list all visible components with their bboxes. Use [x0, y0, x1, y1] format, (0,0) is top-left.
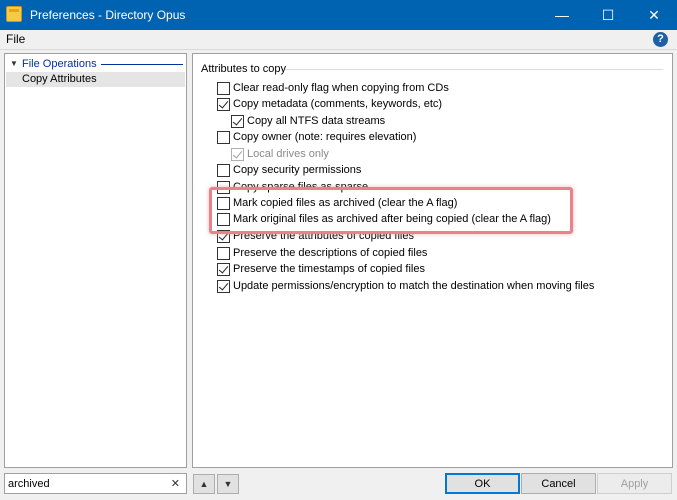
option-label: Copy security permissions [233, 164, 362, 176]
menu-file[interactable]: File [6, 32, 25, 46]
option-label: Preserve the descriptions of copied file… [233, 247, 428, 259]
cancel-button[interactable]: Cancel [521, 473, 596, 494]
checkbox[interactable] [217, 164, 230, 177]
option-label: Mark original files as archived after be… [233, 213, 551, 225]
settings-panel: Attributes to copy Clear read-only flag … [192, 53, 673, 468]
ok-button[interactable]: OK [445, 473, 520, 494]
arrow-up-icon: ▲ [199, 479, 209, 489]
help-icon[interactable]: ? [653, 32, 668, 47]
menu-bar: File ? [0, 30, 677, 50]
checkbox[interactable] [217, 230, 230, 243]
checkbox[interactable] [217, 98, 230, 111]
directory-opus-app-icon [6, 6, 22, 22]
checkbox[interactable] [217, 82, 230, 95]
checkbox[interactable] [217, 131, 230, 144]
option-label: Mark copied files as archived (clear the… [233, 197, 458, 209]
previous-match-button[interactable]: ▲ [193, 474, 215, 494]
tree-item-copy-attributes[interactable]: Copy Attributes [6, 72, 185, 87]
apply-button[interactable]: Apply [597, 473, 672, 494]
close-icon: ✕ [648, 6, 660, 23]
option-label: Preserve the attributes of copied files [233, 230, 414, 242]
option-label: Copy sparse files as sparse [233, 181, 369, 193]
search-box[interactable]: ✕ [4, 473, 187, 494]
collapse-arrow-icon[interactable]: ▼ [10, 59, 18, 68]
option-label: Update permissions/encryption to match t… [233, 280, 595, 292]
next-match-button[interactable]: ▼ [217, 474, 239, 494]
checkbox[interactable] [217, 280, 230, 293]
minimize-icon: — [555, 7, 569, 23]
section-divider [285, 69, 663, 70]
checkbox[interactable] [217, 263, 230, 276]
option-label: Copy all NTFS data streams [247, 115, 386, 127]
clear-search-icon[interactable]: ✕ [171, 477, 180, 490]
option-label: Local drives only [247, 148, 329, 160]
option-label: Preserve the timestamps of copied files [233, 263, 425, 275]
preferences-tree: ▼ File Operations Copy Attributes [4, 53, 187, 468]
checkbox[interactable] [217, 181, 230, 194]
tree-group-file-operations[interactable]: ▼ File Operations [5, 56, 186, 72]
search-input[interactable] [8, 476, 158, 491]
tree-group-divider [101, 64, 183, 65]
tree-group-label: File Operations [22, 58, 97, 70]
minimize-button[interactable]: — [539, 0, 585, 30]
checkbox[interactable] [217, 213, 230, 226]
arrow-down-icon: ▼ [223, 479, 233, 489]
checkbox[interactable] [217, 247, 230, 260]
tree-item-label: Copy Attributes [22, 73, 97, 85]
checkbox [231, 148, 244, 161]
close-window-button[interactable]: ✕ [631, 0, 677, 30]
window-title: Preferences - Directory Opus [30, 8, 186, 22]
title-bar[interactable]: Preferences - Directory Opus — ☐ ✕ [0, 0, 677, 30]
option-label: Clear read-only flag when copying from C… [233, 82, 449, 94]
maximize-icon: ☐ [601, 6, 615, 23]
checkbox[interactable] [217, 197, 230, 210]
checkbox[interactable] [231, 115, 244, 128]
section-title: Attributes to copy [201, 63, 286, 75]
maximize-button[interactable]: ☐ [585, 0, 631, 30]
option-label: Copy metadata (comments, keywords, etc) [233, 98, 443, 110]
option-label: Copy owner (note: requires elevation) [233, 131, 417, 143]
